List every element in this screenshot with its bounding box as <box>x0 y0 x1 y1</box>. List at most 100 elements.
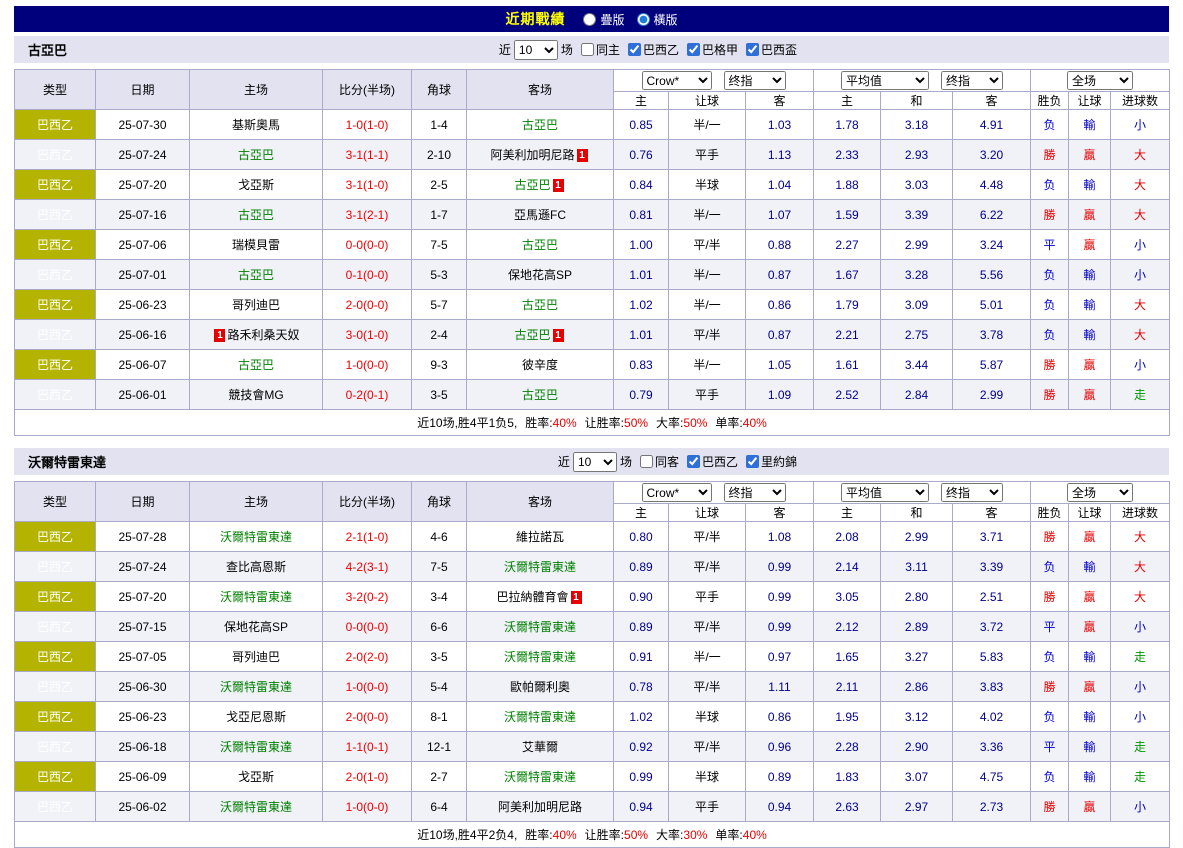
scope-select[interactable]: 全场 <box>1067 483 1133 502</box>
away-team-cell: 古亞巴 <box>467 110 614 140</box>
home-team-cell: 古亞巴 <box>190 260 323 290</box>
final-index-select[interactable]: 终指 <box>941 483 1003 502</box>
average-select[interactable]: 平均值 <box>841 71 929 90</box>
col-euro-draw: 和 <box>881 504 953 522</box>
league-tag: 巴西乙 <box>15 230 96 260</box>
result-outcome: 勝 <box>1031 200 1069 230</box>
score: 2-0(2-0) <box>323 642 412 672</box>
filter-label: 巴西乙 <box>643 41 679 58</box>
corners: 5-7 <box>412 290 467 320</box>
result-handicap: 贏 <box>1069 612 1111 642</box>
result-handicap: 贏 <box>1069 582 1111 612</box>
result-goals: 走 <box>1111 380 1170 410</box>
filter-option[interactable]: 同主 <box>581 41 620 58</box>
stacked-view-radio[interactable] <box>583 13 596 26</box>
match-row: 巴西乙25-06-07古亞巴1-0(0-0)9-3彼辛度0.83半/一1.051… <box>15 350 1170 380</box>
corners: 2-4 <box>412 320 467 350</box>
filter-option[interactable]: 同客 <box>640 453 679 470</box>
filter-option[interactable]: 巴西盃 <box>746 41 797 58</box>
col-handicap-result: 让球 <box>1069 92 1111 110</box>
average-select[interactable]: 平均值 <box>841 483 929 502</box>
team-name: 沃爾特雷東達 <box>504 620 576 634</box>
filter-checkbox[interactable] <box>581 43 594 56</box>
result-goals: 走 <box>1111 732 1170 762</box>
euro-home-odds: 1.88 <box>814 170 881 200</box>
horizontal-view-radio[interactable] <box>637 13 650 26</box>
match-count-select[interactable]: 10 <box>573 452 617 472</box>
home-team-cell: 沃爾特雷東達 <box>190 672 323 702</box>
result-outcome: 负 <box>1031 762 1069 792</box>
match-row: 巴西乙25-06-30沃爾特雷東達1-0(0-0)5-4歐帕爾利奧0.78平/半… <box>15 672 1170 702</box>
team-name: 阿美利加明尼路 <box>498 800 582 814</box>
home-team-cell: 查比高恩斯 <box>190 552 323 582</box>
filter-checkbox[interactable] <box>628 43 641 56</box>
final-index-select[interactable]: 终指 <box>724 483 786 502</box>
filter-checkbox[interactable] <box>687 455 700 468</box>
bookmaker-select[interactable]: Crow* <box>642 483 712 502</box>
result-handicap: 輸 <box>1069 642 1111 672</box>
scope-select[interactable]: 全场 <box>1067 71 1133 90</box>
result-handicap: 輸 <box>1069 552 1111 582</box>
match-date: 25-06-09 <box>96 762 190 792</box>
league-tag: 巴西乙 <box>15 200 96 230</box>
filter-option[interactable]: 里約錦 <box>746 453 797 470</box>
home-team-cell: 哥列迪巴 <box>190 642 323 672</box>
filter-checkbox[interactable] <box>746 455 759 468</box>
euro-draw-odds: 3.28 <box>881 260 953 290</box>
filter-label: 同客 <box>655 453 679 470</box>
result-outcome: 负 <box>1031 702 1069 732</box>
euro-draw-odds: 3.39 <box>881 200 953 230</box>
home-team-cell: 戈亞斯 <box>190 762 323 792</box>
filter-checkbox[interactable] <box>746 43 759 56</box>
result-handicap: 輸 <box>1069 732 1111 762</box>
summary-stat: 让胜率:50% <box>585 828 648 842</box>
result-goals: 小 <box>1111 110 1170 140</box>
result-handicap: 輸 <box>1069 110 1111 140</box>
result-goals: 小 <box>1111 260 1170 290</box>
match-count-select[interactable]: 10 <box>514 40 558 60</box>
away-team-cell: 沃爾特雷東達 <box>467 702 614 732</box>
team-name: 古亞巴 <box>238 268 274 282</box>
view-option-horizontal[interactable]: 橫版 <box>637 11 678 28</box>
filter-label: 巴格甲 <box>702 41 738 58</box>
final-index-select[interactable]: 终指 <box>724 71 786 90</box>
match-row: 巴西乙25-06-23哥列迪巴2-0(0-0)5-7古亞巴1.02半/一0.86… <box>15 290 1170 320</box>
euro-home-odds: 2.08 <box>814 522 881 552</box>
euro-away-odds: 6.22 <box>953 200 1031 230</box>
euro-away-odds: 2.99 <box>953 380 1031 410</box>
asian-away-water: 1.08 <box>746 522 814 552</box>
corners: 2-5 <box>412 170 467 200</box>
filter-checkbox[interactable] <box>687 43 700 56</box>
view-option-stacked[interactable]: 疊版 <box>583 11 624 28</box>
away-team-cell: 沃爾特雷東達 <box>467 552 614 582</box>
filter-option[interactable]: 巴西乙 <box>628 41 679 58</box>
euro-home-odds: 2.14 <box>814 552 881 582</box>
home-team-cell: 戈亞斯 <box>190 170 323 200</box>
home-team-cell: 1路禾利桑天奴 <box>190 320 323 350</box>
score: 0-1(0-0) <box>323 260 412 290</box>
asian-home-water: 0.92 <box>614 732 669 762</box>
asian-home-water: 0.99 <box>614 762 669 792</box>
euro-home-odds: 1.83 <box>814 762 881 792</box>
filter-option[interactable]: 巴西乙 <box>687 453 738 470</box>
team-name: 歐帕爾利奧 <box>510 680 570 694</box>
red-card-badge: 1 <box>571 591 582 604</box>
final-index-select[interactable]: 终指 <box>941 71 1003 90</box>
euro-away-odds: 2.51 <box>953 582 1031 612</box>
team-name: 古亞巴 <box>522 118 558 132</box>
away-team-cell: 沃爾特雷東達 <box>467 642 614 672</box>
filter-option[interactable]: 巴格甲 <box>687 41 738 58</box>
league-tag: 巴西乙 <box>15 380 96 410</box>
summary-stat: 单率:40% <box>715 416 766 430</box>
asian-handicap-line: 半/一 <box>669 290 746 320</box>
match-date: 25-07-20 <box>96 170 190 200</box>
summary-record: 近10场,胜4平1负5, <box>417 416 517 430</box>
filter-checkbox[interactable] <box>640 455 653 468</box>
team-section-bar: 沃爾特雷東達 近10场同客巴西乙里約錦 <box>14 448 1169 475</box>
euro-away-odds: 3.71 <box>953 522 1031 552</box>
euro-draw-odds: 2.97 <box>881 792 953 822</box>
league-tag: 巴西乙 <box>15 140 96 170</box>
euro-draw-odds: 2.84 <box>881 380 953 410</box>
bookmaker-select[interactable]: Crow* <box>642 71 712 90</box>
asian-home-water: 0.83 <box>614 350 669 380</box>
